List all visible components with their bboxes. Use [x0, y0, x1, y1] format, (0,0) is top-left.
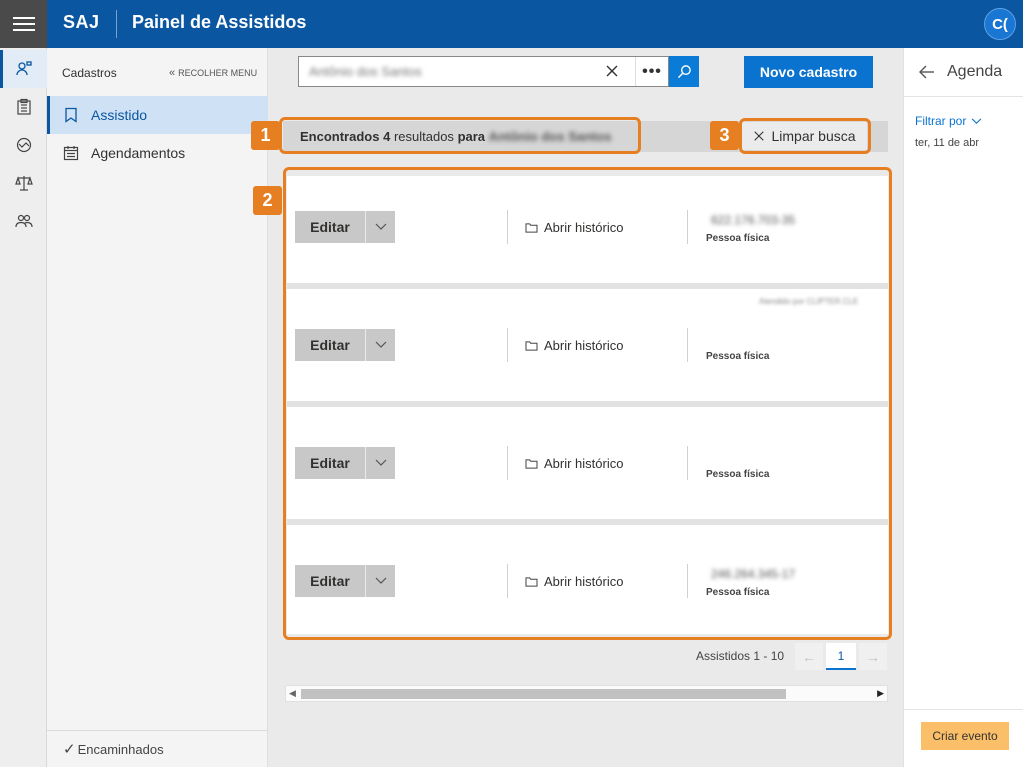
agenda-footer: Criar evento	[904, 709, 1023, 767]
sidebar-footer-label: Encaminhados	[77, 741, 164, 757]
filter-label: Filtrar por	[915, 114, 967, 128]
search-input[interactable]	[299, 57, 594, 86]
rail-handshake-icon[interactable]	[0, 126, 47, 164]
sidebar-item-agendamentos[interactable]: Agendamentos	[47, 134, 268, 172]
rail-clipboard-icon[interactable]	[0, 88, 47, 126]
sidebar: Cadastros « RECOLHER MENU Assistido Agen…	[47, 48, 268, 767]
search-box: •••	[298, 56, 669, 87]
callout-number-3: 3	[710, 121, 739, 150]
clear-search-x-icon[interactable]	[604, 63, 620, 79]
prev-page-arrow-icon[interactable]: ←	[795, 643, 823, 670]
sidebar-item-assistido[interactable]: Assistido	[47, 96, 268, 134]
sidebar-item-label: Agendamentos	[91, 145, 186, 161]
pagination-label: Assistidos 1 - 10	[696, 649, 785, 663]
hamburger-menu-icon[interactable]	[0, 0, 47, 48]
callout-number-2: 2	[253, 186, 282, 215]
more-options-button[interactable]: •••	[635, 57, 668, 86]
calendar-icon	[63, 146, 79, 161]
chevron-down-icon	[972, 117, 982, 124]
sidebar-item-encaminhados[interactable]: ✓ Encaminhados	[47, 730, 268, 767]
scrollbar-thumb[interactable]	[301, 689, 786, 699]
scroll-right-icon[interactable]: ▶	[877, 688, 884, 699]
create-event-button[interactable]: Criar evento	[921, 722, 1009, 750]
agenda-header: Agenda	[904, 48, 1023, 97]
callout-number-1: 1	[251, 121, 280, 150]
sidebar-item-label: Assistido	[91, 107, 148, 123]
horizontal-scrollbar[interactable]: ◀ ▶	[285, 685, 888, 702]
agenda-date: ter, 11 de abr	[915, 137, 980, 149]
agenda-title: Agenda	[947, 63, 1003, 80]
rail-person-icon[interactable]	[0, 50, 47, 88]
checkmark-icon: ✓	[63, 741, 76, 758]
icon-rail	[0, 48, 47, 767]
sidebar-heading: Cadastros	[62, 66, 117, 80]
back-arrow-icon[interactable]	[918, 63, 936, 81]
current-page-button[interactable]: 1	[826, 643, 856, 670]
user-avatar[interactable]: C(	[984, 8, 1016, 40]
agenda-panel: Agenda Filtrar por ter, 11 de abr Criar …	[903, 48, 1023, 767]
callout-box-clear	[739, 118, 871, 154]
search-icon	[677, 65, 691, 79]
brand-logo[interactable]: SAJ	[63, 12, 100, 33]
header-divider	[116, 10, 117, 38]
filter-dropdown[interactable]: Filtrar por	[915, 114, 982, 128]
collapse-menu-button[interactable]: « RECOLHER MENU	[169, 67, 257, 79]
scroll-left-icon[interactable]: ◀	[289, 688, 296, 699]
next-page-arrow-icon[interactable]: →	[859, 643, 887, 670]
page-title: Painel de Assistidos	[132, 12, 307, 32]
search-button[interactable]	[669, 56, 699, 87]
double-chevron-left-icon: «	[169, 67, 176, 79]
new-record-button[interactable]: Novo cadastro	[744, 56, 873, 88]
callout-box-results	[279, 117, 641, 154]
rail-people-icon[interactable]	[0, 202, 47, 240]
collapse-menu-label: RECOLHER MENU	[178, 68, 258, 78]
callout-box-cards	[283, 167, 892, 640]
bookmark-icon	[65, 107, 77, 123]
top-bar: SAJ Painel de Assistidos C(	[0, 0, 1023, 48]
rail-scales-icon[interactable]	[0, 164, 47, 202]
